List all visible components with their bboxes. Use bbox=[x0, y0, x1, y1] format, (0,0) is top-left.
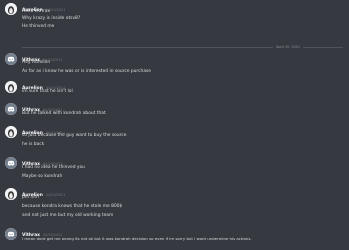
chat-message-list[interactable]: Aurelion 04/20/2021 Hello vithrax Why kra… bbox=[0, 0, 349, 250]
message-text: He thinved me bbox=[22, 24, 55, 29]
message-text: im sure that he isn't lol bbox=[22, 89, 73, 94]
discord-default-avatar-icon[interactable] bbox=[5, 157, 17, 169]
message-text: pm him bbox=[22, 195, 39, 200]
penguin-avatar-icon[interactable] bbox=[5, 188, 17, 200]
penguin-avatar-icon[interactable] bbox=[5, 3, 17, 15]
message-text: so just because the guy want to buy the … bbox=[22, 133, 127, 138]
message-text: because kondra knows that he stole me 80… bbox=[22, 204, 123, 209]
penguin-avatar-icon[interactable] bbox=[5, 126, 17, 138]
message-text: I mean dont get me wrong its not ok but … bbox=[22, 236, 252, 241]
message-text: and not just me but my old working team bbox=[22, 213, 114, 218]
discord-default-avatar-icon[interactable] bbox=[5, 53, 17, 65]
discord-default-avatar-icon[interactable] bbox=[5, 228, 17, 240]
message-text: Hello vithrax bbox=[22, 9, 50, 14]
date-divider-label: April 20, 2021 bbox=[273, 44, 303, 50]
date-divider: April 20, 2021 bbox=[22, 44, 343, 50]
message-text: As far as i know he was or is interested… bbox=[22, 69, 152, 74]
message-text: But he talked with kondrah about that bbox=[22, 111, 106, 116]
message-text: he is back bbox=[22, 142, 45, 147]
message-text: Hey Aurelion bbox=[22, 60, 51, 65]
message-text: Why krazy is inside otsv8? bbox=[22, 16, 81, 21]
penguin-avatar-icon[interactable] bbox=[5, 81, 17, 93]
message-text: Maybe so kondrah bbox=[22, 174, 63, 179]
message-timestamp: 04/20/2021 bbox=[45, 193, 66, 197]
message-text: I had no idea he thinved you bbox=[22, 165, 85, 170]
discord-default-avatar-icon[interactable] bbox=[5, 103, 17, 115]
